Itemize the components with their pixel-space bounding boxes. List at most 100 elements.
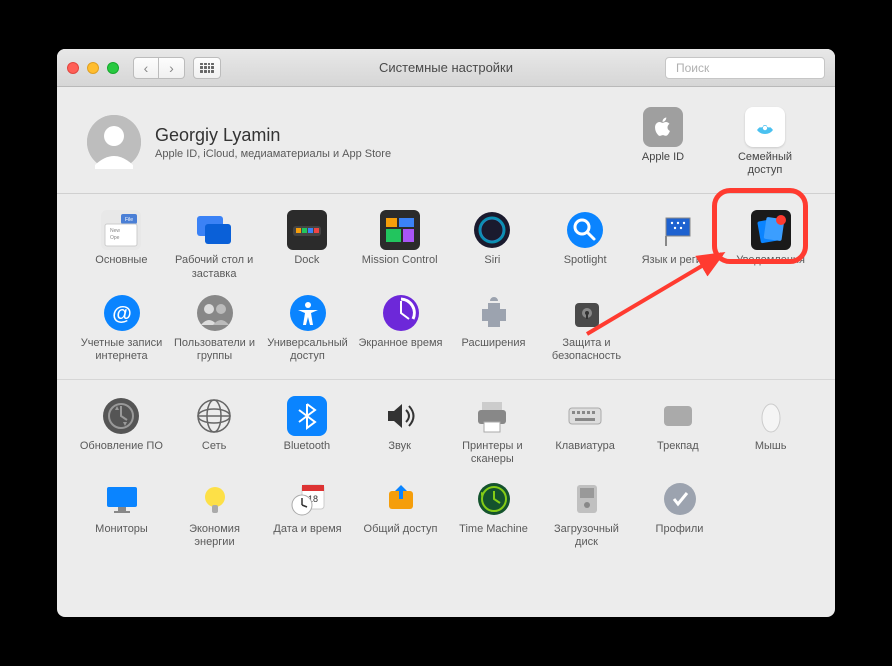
desktop-label: Рабочий стол и заставка <box>170 254 259 280</box>
accessibility-item[interactable]: Универсальный доступ <box>261 289 354 371</box>
spotlight-item[interactable]: Spotlight <box>539 206 632 288</box>
internet-accounts-label: Учетные записи интернета <box>77 337 166 363</box>
general-item[interactable]: FileNewOpe Основные <box>75 206 168 288</box>
spotlight-label: Spotlight <box>564 254 607 280</box>
siri-item[interactable]: Siri <box>446 206 539 288</box>
svg-text:Ope: Ope <box>110 235 120 241</box>
energy-saver-icon <box>195 479 235 519</box>
software-update-item[interactable]: Обновление ПО <box>75 392 168 474</box>
sound-item[interactable]: Звук <box>353 392 446 474</box>
search-box[interactable] <box>665 57 825 79</box>
displays-item[interactable]: Мониторы <box>75 475 168 557</box>
time-machine-icon <box>474 479 514 519</box>
extensions-label: Расширения <box>462 337 526 363</box>
network-label: Сеть <box>202 440 226 466</box>
profiles-icon <box>660 479 700 519</box>
trackpad-item[interactable]: Трекпад <box>632 392 725 474</box>
section2-row1: Обновление ПО Сеть Bluetooth Звук Принте… <box>75 392 817 474</box>
keyboard-icon <box>565 396 605 436</box>
security-icon <box>567 293 607 333</box>
dock-icon <box>287 210 327 250</box>
section2-row2: Мониторы Экономия энергии 18 Дата и врем… <box>75 475 817 557</box>
internet-accounts-item[interactable]: @ Учетные записи интернета <box>75 289 168 371</box>
time-machine-item[interactable]: Time Machine <box>447 475 540 557</box>
security-label: Защита и безопасность <box>542 337 631 363</box>
sound-icon <box>380 396 420 436</box>
mission-control-icon <box>380 210 420 250</box>
desktop-screensaver-item[interactable]: Рабочий стол и заставка <box>168 206 261 288</box>
general-icon: File NewOpe <box>101 210 141 250</box>
account-row: Georgiy Lyamin Apple ID, iCloud, медиама… <box>57 87 835 194</box>
security-item[interactable]: Защита и безопасность <box>540 289 633 371</box>
extensions-item[interactable]: Расширения <box>447 289 540 371</box>
bluetooth-item[interactable]: Bluetooth <box>261 392 354 474</box>
titlebar: ‹ › Системные настройки <box>57 49 835 87</box>
users-groups-icon <box>195 293 235 333</box>
back-button[interactable]: ‹ <box>133 57 159 79</box>
account-name: Georgiy Lyamin <box>155 125 623 146</box>
section-personal: FileNewOpe Основные Рабочий стол и заста… <box>57 194 835 380</box>
profiles-label: Профили <box>656 523 704 549</box>
network-item[interactable]: Сеть <box>168 392 261 474</box>
mission-control-item[interactable]: Mission Control <box>353 206 446 288</box>
apple-id-label: Apple ID <box>642 151 684 164</box>
sharing-icon <box>381 479 421 519</box>
extensions-icon <box>474 293 514 333</box>
keyboard-label: Клавиатура <box>555 440 615 466</box>
search-input[interactable] <box>676 61 831 75</box>
section-hardware: Обновление ПО Сеть Bluetooth Звук Принте… <box>57 380 835 565</box>
sharing-item[interactable]: Общий доступ <box>354 475 447 557</box>
notifications-item[interactable]: Уведомления <box>724 206 817 288</box>
displays-label: Мониторы <box>95 523 148 549</box>
apple-id-item[interactable]: Apple ID <box>623 107 703 177</box>
account-subtitle: Apple ID, iCloud, медиаматериалы и App S… <box>155 148 623 160</box>
dock-item[interactable]: Dock <box>261 206 354 288</box>
account-shortcuts: Apple ID Семейный доступ <box>623 107 805 177</box>
date-time-label: Дата и время <box>273 523 341 549</box>
users-groups-item[interactable]: Пользователи и группы <box>168 289 261 371</box>
startup-disk-label: Загрузочный диск <box>542 523 631 549</box>
notifications-icon <box>751 210 791 250</box>
time-machine-label: Time Machine <box>459 523 528 549</box>
energy-saver-item[interactable]: Экономия энергии <box>168 475 261 557</box>
family-sharing-item[interactable]: Семейный доступ <box>725 107 805 177</box>
displays-icon <box>102 479 142 519</box>
close-button[interactable] <box>67 62 79 74</box>
svg-text:File: File <box>125 217 133 223</box>
internet-accounts-icon: @ <box>102 293 142 333</box>
family-sharing-label: Семейный доступ <box>725 151 805 177</box>
avatar[interactable] <box>87 115 141 169</box>
keyboard-item[interactable]: Клавиатура <box>539 392 632 474</box>
dock-label: Dock <box>294 254 319 280</box>
mouse-icon <box>751 396 791 436</box>
language-region-icon <box>658 210 698 250</box>
apple-id-icon <box>643 107 683 147</box>
trackpad-icon <box>658 396 698 436</box>
siri-label: Siri <box>484 254 500 280</box>
forward-button[interactable]: › <box>159 57 185 79</box>
mission-control-label: Mission Control <box>362 254 438 280</box>
accessibility-icon <box>288 293 328 333</box>
mouse-item[interactable]: Мышь <box>724 392 817 474</box>
language-region-item[interactable]: Язык и регион <box>632 206 725 288</box>
network-icon <box>194 396 234 436</box>
minimize-button[interactable] <box>87 62 99 74</box>
nav-buttons: ‹ › <box>133 57 185 79</box>
section1-row2: @ Учетные записи интернета Пользователи … <box>75 289 817 371</box>
show-all-button[interactable] <box>193 57 221 79</box>
profiles-item[interactable]: Профили <box>633 475 726 557</box>
printers-label: Принтеры и сканеры <box>448 440 537 466</box>
bluetooth-icon <box>287 396 327 436</box>
desktop-icon <box>194 210 234 250</box>
family-sharing-icon <box>745 107 785 147</box>
bluetooth-label: Bluetooth <box>284 440 330 466</box>
startup-disk-item[interactable]: Загрузочный диск <box>540 475 633 557</box>
date-time-item[interactable]: 18 Дата и время <box>261 475 354 557</box>
printers-scanners-item[interactable]: Принтеры и сканеры <box>446 392 539 474</box>
screen-time-item[interactable]: Экранное время <box>354 289 447 371</box>
sharing-label: Общий доступ <box>364 523 438 549</box>
maximize-button[interactable] <box>107 62 119 74</box>
svg-text:New: New <box>110 228 120 234</box>
software-update-icon <box>101 396 141 436</box>
language-region-label: Язык и регион <box>642 254 715 280</box>
